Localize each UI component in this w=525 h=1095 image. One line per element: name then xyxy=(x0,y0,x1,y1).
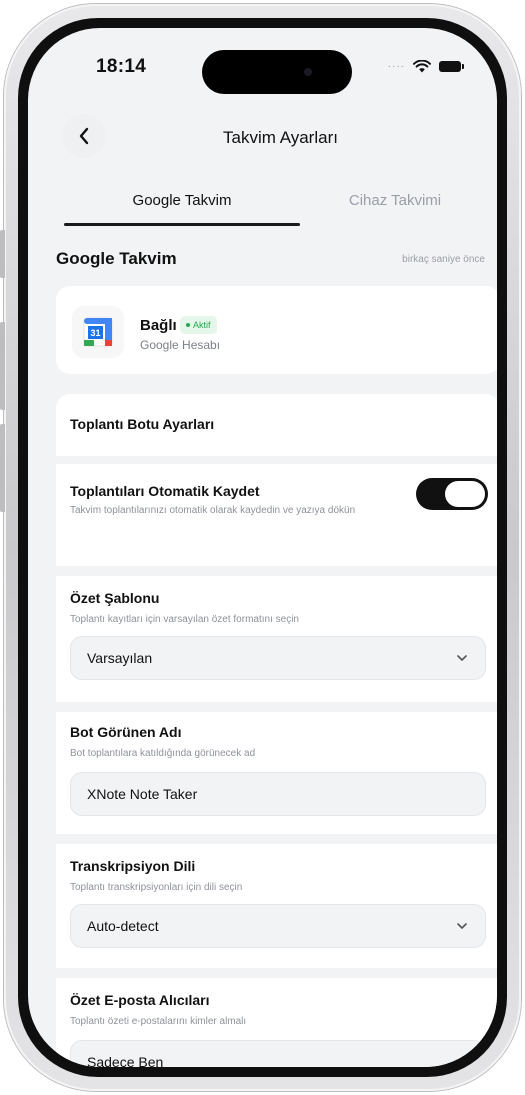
divider xyxy=(56,702,497,712)
status-time: 18:14 xyxy=(96,56,147,77)
section-title: Google Takvim xyxy=(56,249,177,268)
app-screen: 18:14 ···· Takvim Ayarları Google Takvim… xyxy=(28,28,497,1067)
summary-template-select[interactable]: Varsayılan xyxy=(70,636,486,680)
bot-name-input[interactable]: XNote Note Taker xyxy=(70,772,486,816)
chevron-down-icon xyxy=(457,923,467,929)
side-button-volume-up xyxy=(0,322,5,410)
last-sync-time: birkaç saniye önce xyxy=(402,254,485,265)
status-badge-label: Aktif xyxy=(193,320,211,330)
summary-recipients-value: Sadece Ben xyxy=(87,1054,164,1067)
google-calendar-icon: 31 xyxy=(72,306,124,358)
tab-device-calendar[interactable]: Cihaz Takvimi xyxy=(300,192,490,209)
account-card: 31 Bağlı Aktif Google Hesabı xyxy=(56,286,497,374)
auto-record-toggle[interactable] xyxy=(416,478,488,510)
active-tab-indicator xyxy=(64,223,300,226)
bot-settings-card: Toplantı Botu Ayarları Toplantıları Otom… xyxy=(56,394,497,1067)
transcription-language-value: Auto-detect xyxy=(87,918,159,934)
tab-google-calendar[interactable]: Google Takvim xyxy=(64,192,300,209)
summary-recipients-select[interactable]: Sadece Ben xyxy=(70,1040,486,1067)
toggle-knob xyxy=(445,481,485,507)
active-dot-icon xyxy=(186,323,190,327)
bot-settings-title: Toplantı Botu Ayarları xyxy=(70,416,215,432)
status-icons: ···· xyxy=(387,60,464,73)
side-button-mute xyxy=(0,230,5,278)
transcription-language-description: Toplantı transkripsiyonları için dili se… xyxy=(70,882,243,893)
dynamic-island xyxy=(202,50,352,94)
phone-frame: 18:14 ···· Takvim Ayarları Google Takvim… xyxy=(0,4,521,1091)
account-provider: Google Hesabı xyxy=(140,338,221,352)
bot-name-title: Bot Görünen Adı xyxy=(70,724,182,740)
page-title: Takvim Ayarları xyxy=(223,128,338,147)
status-badge: Aktif xyxy=(180,316,217,334)
summary-recipients-description: Toplantı özeti e-postalarını kimler alma… xyxy=(70,1016,247,1027)
side-button-volume-down xyxy=(0,424,5,512)
chevron-down-icon xyxy=(457,1059,467,1065)
calendar-day-label: 31 xyxy=(90,328,100,338)
summary-template-description: Toplantı kayıtları için varsayılan özet … xyxy=(70,614,299,625)
summary-recipients-title: Özet E-posta Alıcıları xyxy=(70,992,210,1008)
auto-record-title: Toplantıları Otomatik Kaydet xyxy=(70,483,260,499)
bot-name-description: Bot toplantılara katıldığında görünecek … xyxy=(70,748,256,759)
wifi-icon xyxy=(413,60,431,73)
summary-template-title: Özet Şablonu xyxy=(70,590,160,606)
signal-icon: ···· xyxy=(387,61,405,72)
divider xyxy=(56,566,497,576)
auto-record-description: Takvim toplantılarınızı otomatik olarak … xyxy=(70,505,356,516)
transcription-language-title: Transkripsiyon Dili xyxy=(70,858,196,874)
connection-status: Bağlı xyxy=(140,317,177,334)
chevron-down-icon xyxy=(457,655,467,661)
bot-name-value: XNote Note Taker xyxy=(87,786,198,802)
phone-bezel: 18:14 ···· Takvim Ayarları Google Takvim… xyxy=(18,18,507,1077)
divider xyxy=(56,834,497,844)
tab-bar: Google Takvim Cihaz Takvimi xyxy=(28,176,497,228)
camera-icon xyxy=(304,68,312,76)
divider xyxy=(56,456,497,464)
summary-template-value: Varsayılan xyxy=(87,650,153,666)
battery-icon xyxy=(439,61,464,72)
transcription-language-select[interactable]: Auto-detect xyxy=(70,904,486,948)
divider xyxy=(56,968,497,978)
